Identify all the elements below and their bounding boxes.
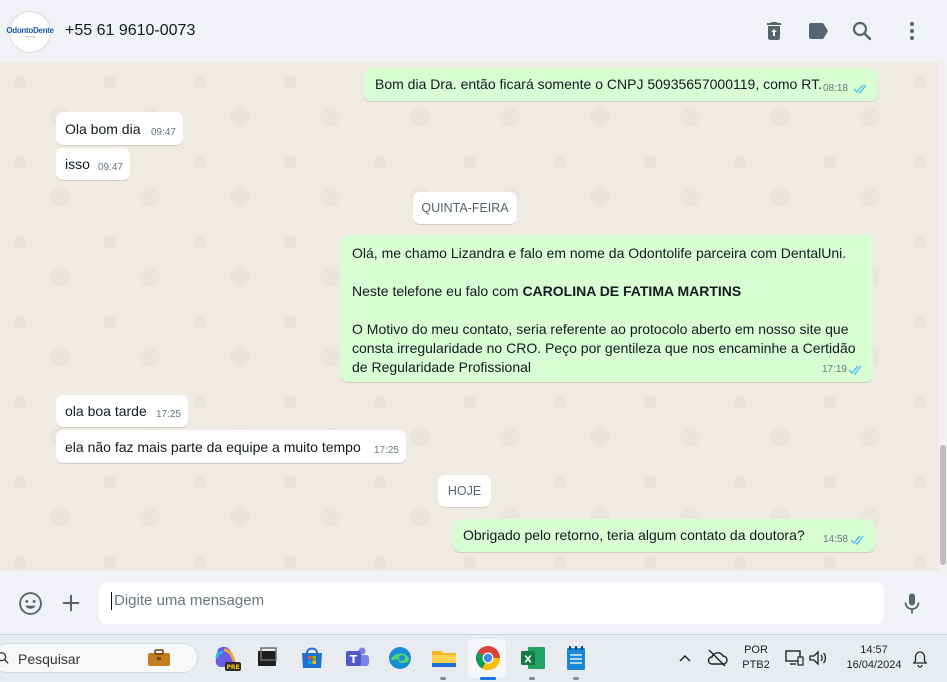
message-time: 17:25 xyxy=(155,409,181,420)
chat-scrollbar-thumb[interactable] xyxy=(940,445,946,565)
chevron-up-icon[interactable] xyxy=(678,651,692,665)
message-incoming[interactable]: ola boa tarde 17:25 xyxy=(56,395,188,427)
message-incoming[interactable]: Ola bom dia 09:47 xyxy=(56,112,183,145)
active-indicator xyxy=(480,677,496,680)
message-text: Obrigado pelo retorno, teria algum conta… xyxy=(463,527,805,543)
keyboard-layout-label: PTB2 xyxy=(742,659,770,671)
message-line: Olá, me chamo Lizandra e falo em nome da… xyxy=(352,245,847,261)
emoji-icon[interactable] xyxy=(18,591,43,616)
message-input[interactable]: Digite uma mensagem xyxy=(99,582,884,624)
microsoft-store-icon[interactable] xyxy=(297,643,327,673)
day-separator-thursday: QUINTA-FEIRA xyxy=(413,192,517,224)
message-composer: Digite uma mensagem xyxy=(0,571,947,634)
message-time: 17:25 xyxy=(373,445,399,456)
menu-icon[interactable] xyxy=(900,19,924,43)
clock-date: 16/04/2024 xyxy=(846,659,902,671)
message-line: de Regularidade Profissional xyxy=(352,359,531,375)
running-indicator xyxy=(529,677,535,680)
message-outgoing[interactable]: Olá, me chamo Lizandra e falo em nome da… xyxy=(341,235,873,382)
contact-avatar[interactable]: OdontoDente ━━━━━━ xyxy=(6,11,54,53)
read-ticks-icon xyxy=(848,365,862,375)
notification-bell-icon[interactable] xyxy=(912,650,928,668)
message-text: Ola bom dia xyxy=(65,121,141,137)
clock-time: 14:57 xyxy=(860,644,888,656)
message-outgoing[interactable]: Obrigado pelo retorno, teria algum conta… xyxy=(453,519,875,552)
file-explorer-icon[interactable] xyxy=(429,643,459,673)
message-line: O Motivo do meu contato, seria referente… xyxy=(352,321,849,337)
message-text: ela não faz mais parte da equipe a muito… xyxy=(65,439,361,455)
running-indicator xyxy=(573,677,579,680)
taskbar-search[interactable]: Pesquisar xyxy=(0,643,198,673)
message-line: consta irregularidade no CRO. Peço por g… xyxy=(352,340,856,356)
message-time: 09:47 xyxy=(97,162,123,173)
message-time: 17:19 xyxy=(821,364,847,375)
avatar-logo-sub: ━━━━━━ xyxy=(24,34,36,39)
copilot-icon[interactable]: PRE xyxy=(211,643,241,673)
taskbar-search-label: Pesquisar xyxy=(18,651,81,667)
notepad-icon[interactable] xyxy=(561,643,591,673)
plus-icon[interactable] xyxy=(60,592,82,614)
copilot-badge: PRE xyxy=(226,664,239,671)
read-ticks-icon xyxy=(853,84,867,94)
teams-icon[interactable]: T xyxy=(342,643,372,673)
chrome-icon[interactable] xyxy=(473,643,503,673)
task-view-icon[interactable] xyxy=(252,643,282,673)
message-input-placeholder: Digite uma mensagem xyxy=(114,592,265,609)
search-icon[interactable] xyxy=(850,19,874,43)
message-line: Neste telefone eu falo com CAROLINA DE F… xyxy=(352,282,864,301)
search-icon xyxy=(0,652,9,664)
chat-area: Bom dia Dra. então ficará somente o CNPJ… xyxy=(0,62,939,571)
mic-icon[interactable] xyxy=(900,591,924,616)
running-indicator xyxy=(440,677,446,680)
windows-taskbar: Pesquisar PRE T X POR PTB2 14:57 16/04/2… xyxy=(0,634,947,682)
message-body: Olá, me chamo Lizandra e falo em nome da… xyxy=(352,244,864,377)
chat-header: OdontoDente ━━━━━━ +55 61 9610-0073 xyxy=(0,0,947,63)
message-incoming[interactable]: ela não faz mais parte da equipe a muito… xyxy=(56,430,406,463)
volume-icon[interactable] xyxy=(808,649,828,667)
avatar-logo: OdontoDente xyxy=(6,25,54,35)
system-clock[interactable]: 14:57 16/04/2024 xyxy=(838,644,910,671)
excel-icon[interactable]: X xyxy=(518,643,548,673)
briefcase-icon xyxy=(148,649,170,666)
day-separator-today: HOJE xyxy=(438,475,491,507)
message-text: Bom dia Dra. então ficará somente o CNPJ… xyxy=(375,76,822,92)
message-text: ola boa tarde xyxy=(65,403,147,419)
text-caret xyxy=(111,592,112,611)
message-text: isso xyxy=(65,156,90,172)
message-time: 09:47 xyxy=(150,127,176,138)
read-ticks-icon xyxy=(850,535,864,545)
svg-text:X: X xyxy=(524,655,532,666)
network-icon[interactable] xyxy=(784,649,804,667)
contact-name[interactable]: +55 61 9610-0073 xyxy=(65,22,195,40)
message-time: 14:58 xyxy=(822,534,848,545)
language-label: POR xyxy=(744,644,768,656)
message-incoming[interactable]: isso 09:47 xyxy=(56,148,130,180)
message-time: 08:18 xyxy=(822,83,848,94)
edge-icon[interactable] xyxy=(385,643,415,673)
delete-icon[interactable] xyxy=(762,19,786,43)
svg-text:T: T xyxy=(350,653,358,666)
message-text: Neste telefone eu falo com xyxy=(352,283,523,299)
input-language[interactable]: POR PTB2 xyxy=(740,644,772,671)
message-outgoing[interactable]: Bom dia Dra. então ficará somente o CNPJ… xyxy=(364,68,878,101)
message-bold-name: CAROLINA DE FATIMA MARTINS xyxy=(522,283,742,299)
label-icon[interactable] xyxy=(806,19,830,43)
cloud-offline-icon[interactable] xyxy=(706,648,728,668)
